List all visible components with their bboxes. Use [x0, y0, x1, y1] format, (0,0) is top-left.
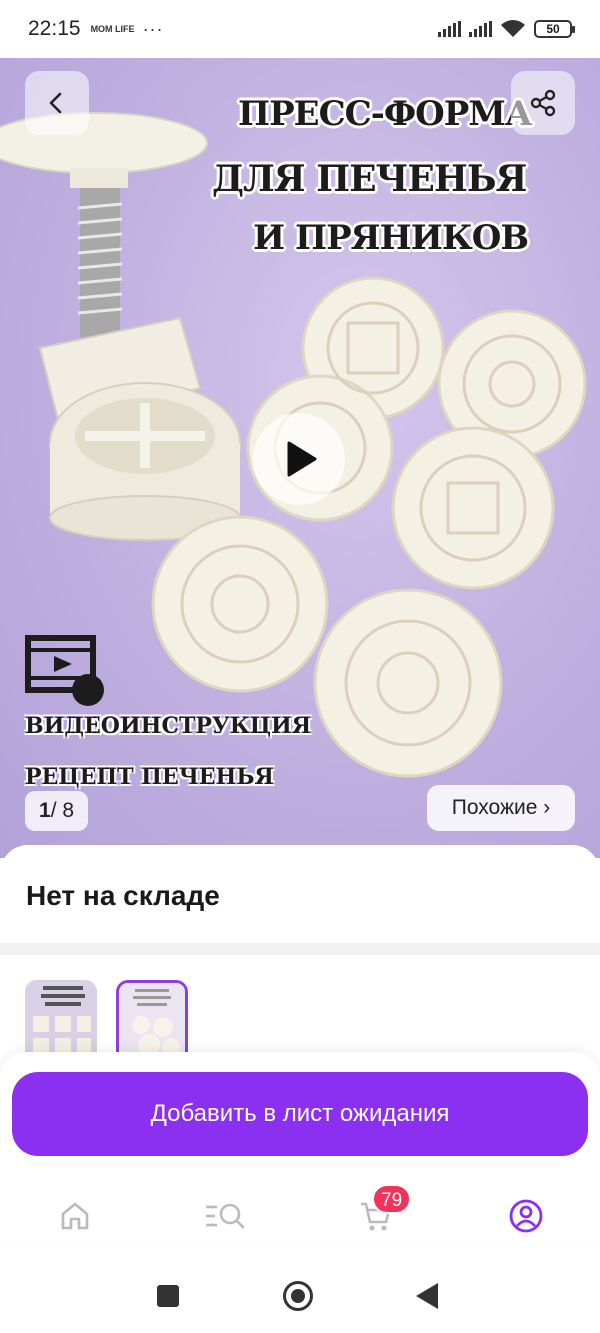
image-caption-line-1: ВИДЕОИНСТРУКЦИЯ: [25, 713, 312, 739]
app-notification-icon: MOM LIFE: [90, 24, 135, 34]
section-divider: [0, 943, 600, 955]
gallery-counter: 1/ 8: [25, 791, 89, 831]
tab-profile[interactable]: [502, 1192, 550, 1240]
profile-icon: [509, 1199, 543, 1233]
bottom-tab-bar: [0, 1170, 600, 1256]
back-button[interactable]: [25, 71, 89, 135]
play-video-button[interactable]: [253, 413, 345, 505]
counter-current: 1: [39, 799, 51, 822]
system-back-button[interactable]: [416, 1283, 438, 1309]
signal-icon: [438, 21, 461, 37]
image-title-line-1: ПРЕСС-ФОРМА: [238, 94, 533, 134]
product-gallery[interactable]: ПРЕСС-ФОРМА ДЛЯ ПЕЧЕНЬЯ И ПРЯНИКОВ ВИДЕО…: [0, 58, 600, 858]
tab-catalog[interactable]: [201, 1192, 249, 1240]
counter-total: / 8: [50, 799, 75, 822]
status-indicators: 50: [438, 19, 575, 39]
status-time: 22:15: [28, 17, 81, 40]
share-icon: [530, 89, 556, 117]
battery-icon: 50: [534, 20, 575, 38]
home-dot-icon: [291, 1289, 305, 1303]
image-title-line-2: ДЛЯ ПЕЧЕНЬЯ: [212, 158, 527, 200]
cart-count-badge: 79: [372, 1184, 412, 1214]
home-icon: [61, 1202, 89, 1230]
play-icon: [287, 441, 317, 477]
signal-icon: [469, 21, 492, 37]
share-button[interactable]: [511, 71, 575, 135]
recent-apps-button[interactable]: [157, 1285, 179, 1307]
tab-home[interactable]: [51, 1192, 99, 1240]
system-navigation-bar: [0, 1256, 600, 1333]
image-title-line-3: И ПРЯНИКОВ: [253, 218, 529, 258]
image-caption-line-2: РЕЦЕПТ ПЕЧЕНЬЯ: [25, 764, 274, 790]
system-home-button[interactable]: [283, 1281, 313, 1311]
stock-card: Нет на складе: [0, 845, 600, 943]
status-bar: 22:15 MOM LIFE ··· 50: [0, 0, 600, 58]
chevron-left-icon: [49, 92, 62, 114]
more-notifications-icon: ···: [142, 18, 164, 39]
wifi-icon: [501, 20, 525, 37]
add-to-waitlist-button[interactable]: Добавить в лист ожидания: [12, 1072, 588, 1156]
catalog-search-icon: [206, 1203, 245, 1229]
stock-status: Нет на складе: [26, 880, 220, 911]
similar-products-button[interactable]: Похожие ›: [427, 785, 575, 831]
